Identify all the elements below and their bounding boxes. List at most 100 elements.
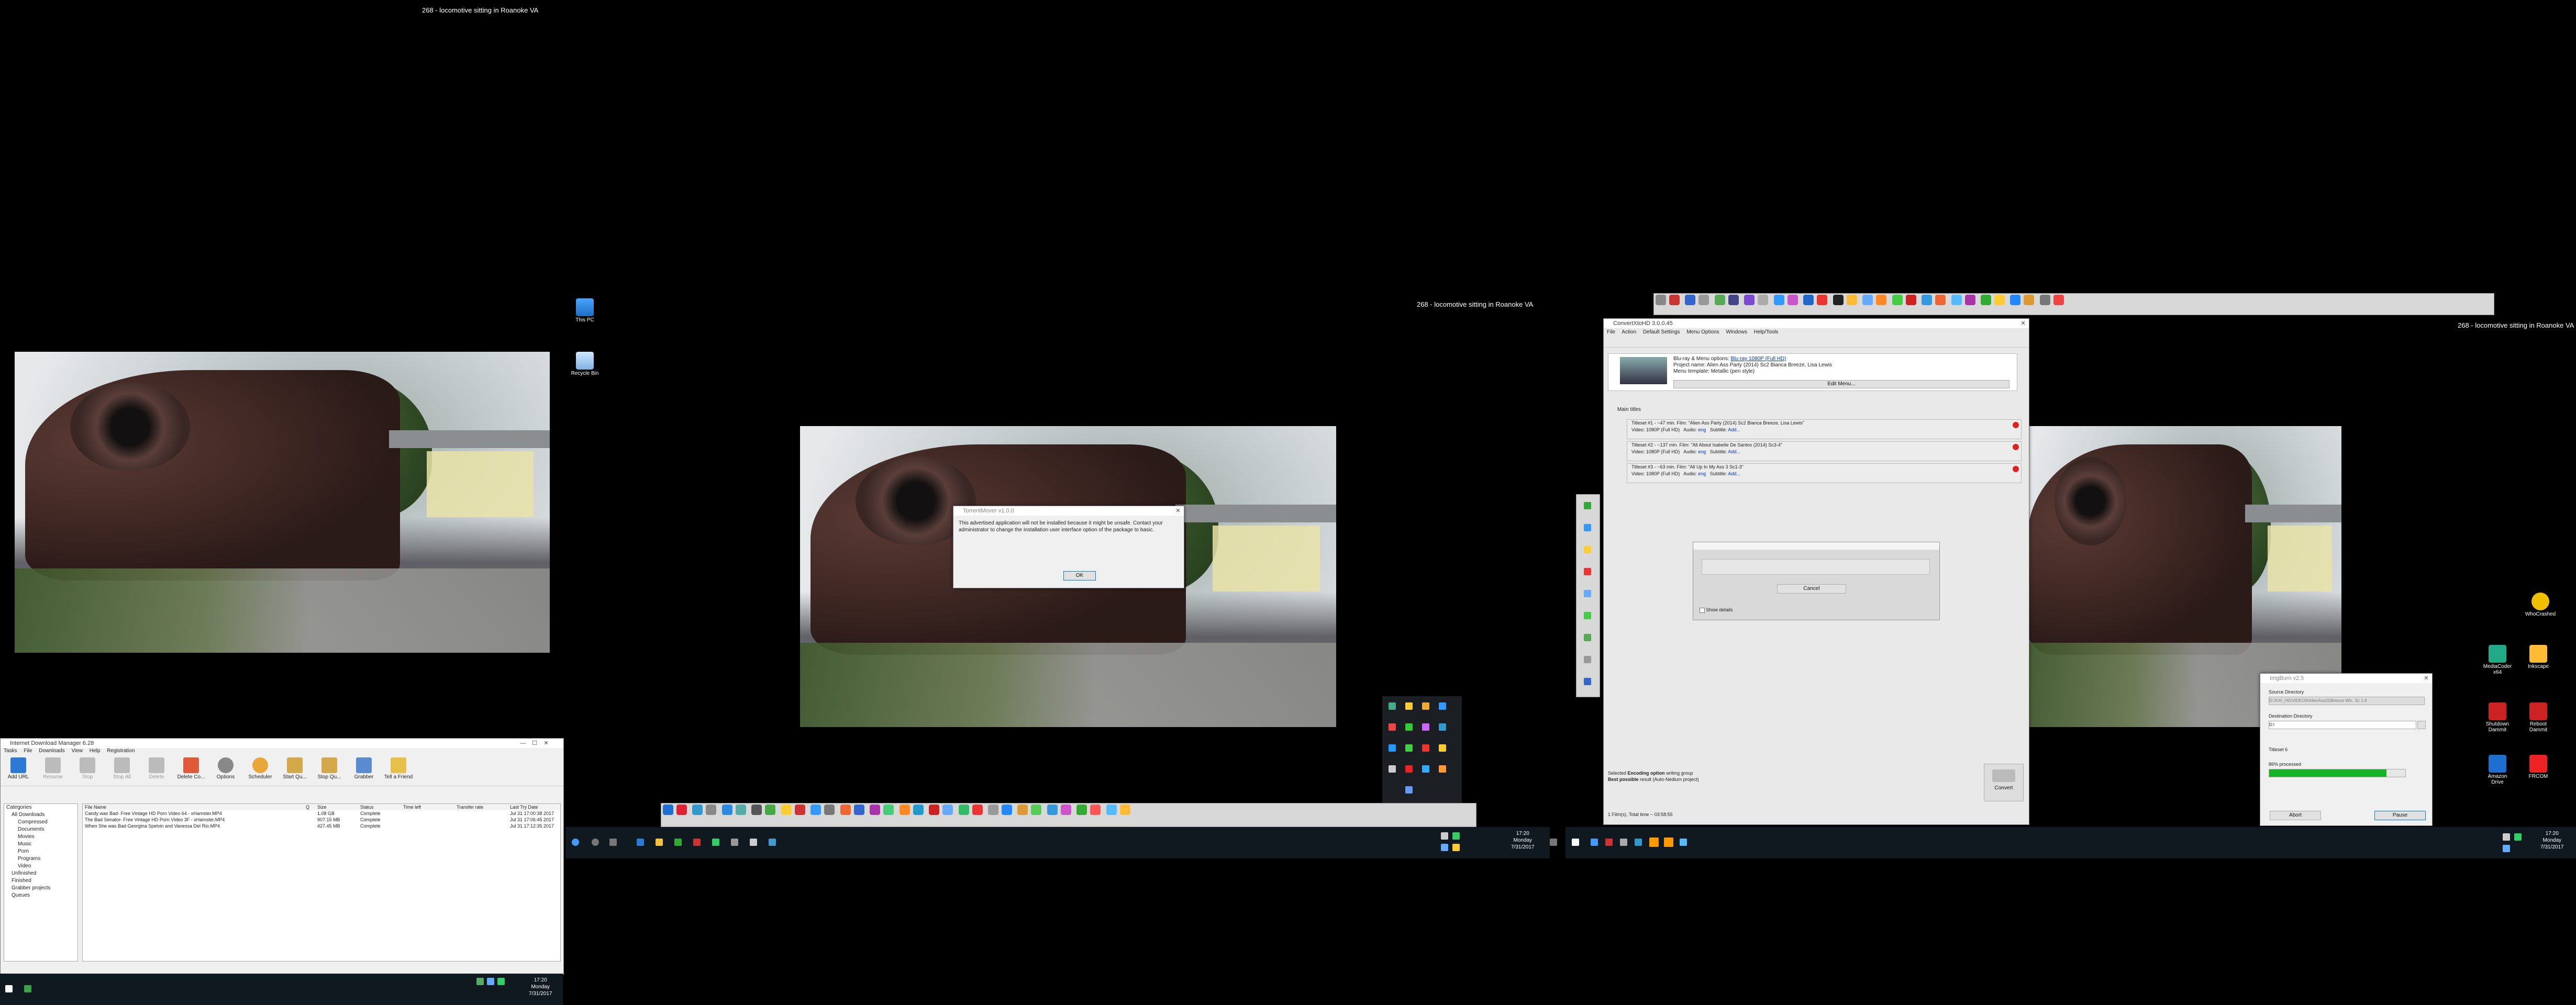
app-icon[interactable]	[913, 805, 924, 815]
app-icon[interactable]	[1728, 295, 1739, 305]
app-icon[interactable]	[1620, 839, 1627, 846]
table-row[interactable]: Candy was Bad- Free Vintage HD Porn Vide…	[83, 810, 560, 817]
tray-icon[interactable]	[1405, 744, 1413, 752]
app-icon[interactable]	[1076, 805, 1087, 815]
app-icon[interactable]	[731, 839, 738, 846]
col-status[interactable]: Status	[360, 804, 403, 810]
options-button[interactable]: Options	[211, 755, 240, 786]
app-icon[interactable]	[693, 839, 701, 846]
app-icon[interactable]	[1635, 839, 1642, 846]
close-button[interactable]: ✕	[1172, 506, 1184, 516]
start-icon[interactable]	[5, 985, 13, 992]
tray-icon[interactable]	[1441, 844, 1448, 851]
menu-default-settings[interactable]: Default Settings	[1643, 329, 1680, 335]
add-url-button[interactable]: Add URL	[4, 755, 33, 786]
app-icon[interactable]	[853, 805, 864, 815]
tray-icon[interactable]	[1405, 702, 1413, 710]
app-icon[interactable]	[883, 805, 894, 815]
stop-all-button[interactable]: Stop All	[107, 755, 137, 786]
tray-icon[interactable]	[2514, 833, 2522, 841]
desktop-icon-mediacoder[interactable]: MediaCoder x64	[2482, 645, 2513, 675]
app-icon[interactable]	[1876, 295, 1887, 305]
convert-button[interactable]: Convert	[1984, 764, 2024, 801]
desktop-icon-recycle-bin[interactable]: Recycle Bin	[569, 352, 601, 376]
app-icon[interactable]	[810, 805, 821, 815]
menu-action[interactable]: Action	[1622, 329, 1636, 335]
app-icon[interactable]	[1846, 295, 1857, 305]
desktop-icon-whocrashed[interactable]: WhoCrashed	[2525, 593, 2556, 617]
stop-button[interactable]: Stop	[73, 755, 102, 786]
app-icon[interactable]	[1584, 590, 1591, 597]
titleset-2[interactable]: Titleset #2 - ~137 min. Film: "All About…	[1627, 441, 2022, 461]
start-icon[interactable]	[1572, 839, 1579, 846]
tray-icon[interactable]	[1452, 832, 1460, 840]
delete-button[interactable]: Delete	[142, 755, 171, 786]
subtitle-add[interactable]: Add...	[1728, 449, 1740, 454]
app-icon[interactable]	[1584, 524, 1591, 531]
app-icon[interactable]	[1714, 295, 1725, 305]
close-button[interactable]: ✕	[2017, 319, 2029, 328]
menu-help-tools[interactable]: Help/Tools	[1754, 329, 1779, 335]
app-icon[interactable]	[765, 805, 776, 815]
explorer-icon[interactable]	[656, 839, 663, 846]
app-icon[interactable]	[958, 805, 969, 815]
show-details-checkbox[interactable]: Show details	[1700, 607, 1733, 613]
remove-icon[interactable]	[2013, 466, 2019, 472]
app-icon[interactable]	[1119, 805, 1130, 815]
cancel-button[interactable]: Cancel	[1777, 584, 1846, 594]
app-icon[interactable]	[1106, 805, 1117, 815]
menu-tasks[interactable]: Tasks	[4, 748, 17, 754]
menu-windows[interactable]: Windows	[1726, 329, 1747, 335]
app-icon[interactable]	[1031, 805, 1042, 815]
app-icon[interactable]	[692, 805, 703, 815]
app-icon[interactable]	[1584, 656, 1591, 663]
app-icon[interactable]	[1584, 568, 1591, 575]
tray-icon[interactable]	[476, 978, 484, 985]
desktop-icon-this-pc[interactable]: This PC	[569, 298, 601, 323]
tree-unfinished[interactable]: Unfinished	[4, 870, 77, 877]
app-icon[interactable]	[899, 805, 910, 815]
app-icon[interactable]	[1817, 295, 1828, 305]
grabber-button[interactable]: Grabber	[349, 755, 379, 786]
task-view-icon[interactable]	[609, 839, 617, 846]
desktop-icon-inkscape[interactable]: Inkscape	[2523, 645, 2554, 669]
app-icon[interactable]	[1905, 295, 1916, 305]
close-button[interactable]: ✕	[2420, 674, 2432, 683]
tray-icon[interactable]	[487, 978, 494, 985]
clock-left[interactable]: 17:20 Monday 7/31/2017	[529, 977, 552, 997]
tree-finished[interactable]: Finished	[4, 877, 77, 885]
tree-compressed[interactable]: Compressed	[4, 819, 77, 826]
col-size[interactable]: Size	[317, 804, 360, 810]
app-icon[interactable]	[1862, 295, 1873, 305]
menu-view[interactable]: View	[72, 748, 83, 754]
tray-icon[interactable]	[1389, 702, 1396, 710]
app-icon[interactable]	[1584, 546, 1591, 553]
close-button[interactable]: ✕	[540, 739, 552, 748]
app-icon[interactable]	[1980, 295, 1991, 305]
search-icon[interactable]	[592, 839, 599, 846]
col-time-left[interactable]: Time left	[403, 804, 456, 810]
app-icon[interactable]	[1584, 612, 1591, 619]
app-icon[interactable]	[750, 839, 757, 846]
app-icon[interactable]	[1833, 295, 1844, 305]
col-last-try[interactable]: Last Try Date	[509, 804, 560, 810]
subtitle-add[interactable]: Add...	[1728, 471, 1740, 476]
app-icon[interactable]	[1584, 678, 1591, 685]
menu-file[interactable]: File	[24, 748, 32, 754]
app-icon[interactable]	[987, 805, 998, 815]
delete-completed-button[interactable]: Delete Co...	[176, 755, 206, 786]
start-icon[interactable]	[572, 839, 579, 846]
app-icon[interactable]	[1685, 295, 1696, 305]
tree-music[interactable]: Music	[4, 841, 77, 848]
menu-help[interactable]: Help	[90, 748, 101, 754]
tree-queues[interactable]: Queues	[4, 892, 77, 899]
app-icon[interactable]	[1090, 805, 1101, 815]
app-icon[interactable]	[663, 805, 673, 815]
tray-icon[interactable]	[1405, 765, 1413, 773]
col-transfer-rate[interactable]: Transfer rate	[456, 804, 509, 810]
tree-movies[interactable]: Movies	[4, 833, 77, 841]
app-icon[interactable]	[706, 805, 717, 815]
tray-icon[interactable]	[1422, 765, 1429, 773]
tray-icon[interactable]	[1441, 832, 1448, 840]
app-icon[interactable]	[824, 805, 835, 815]
